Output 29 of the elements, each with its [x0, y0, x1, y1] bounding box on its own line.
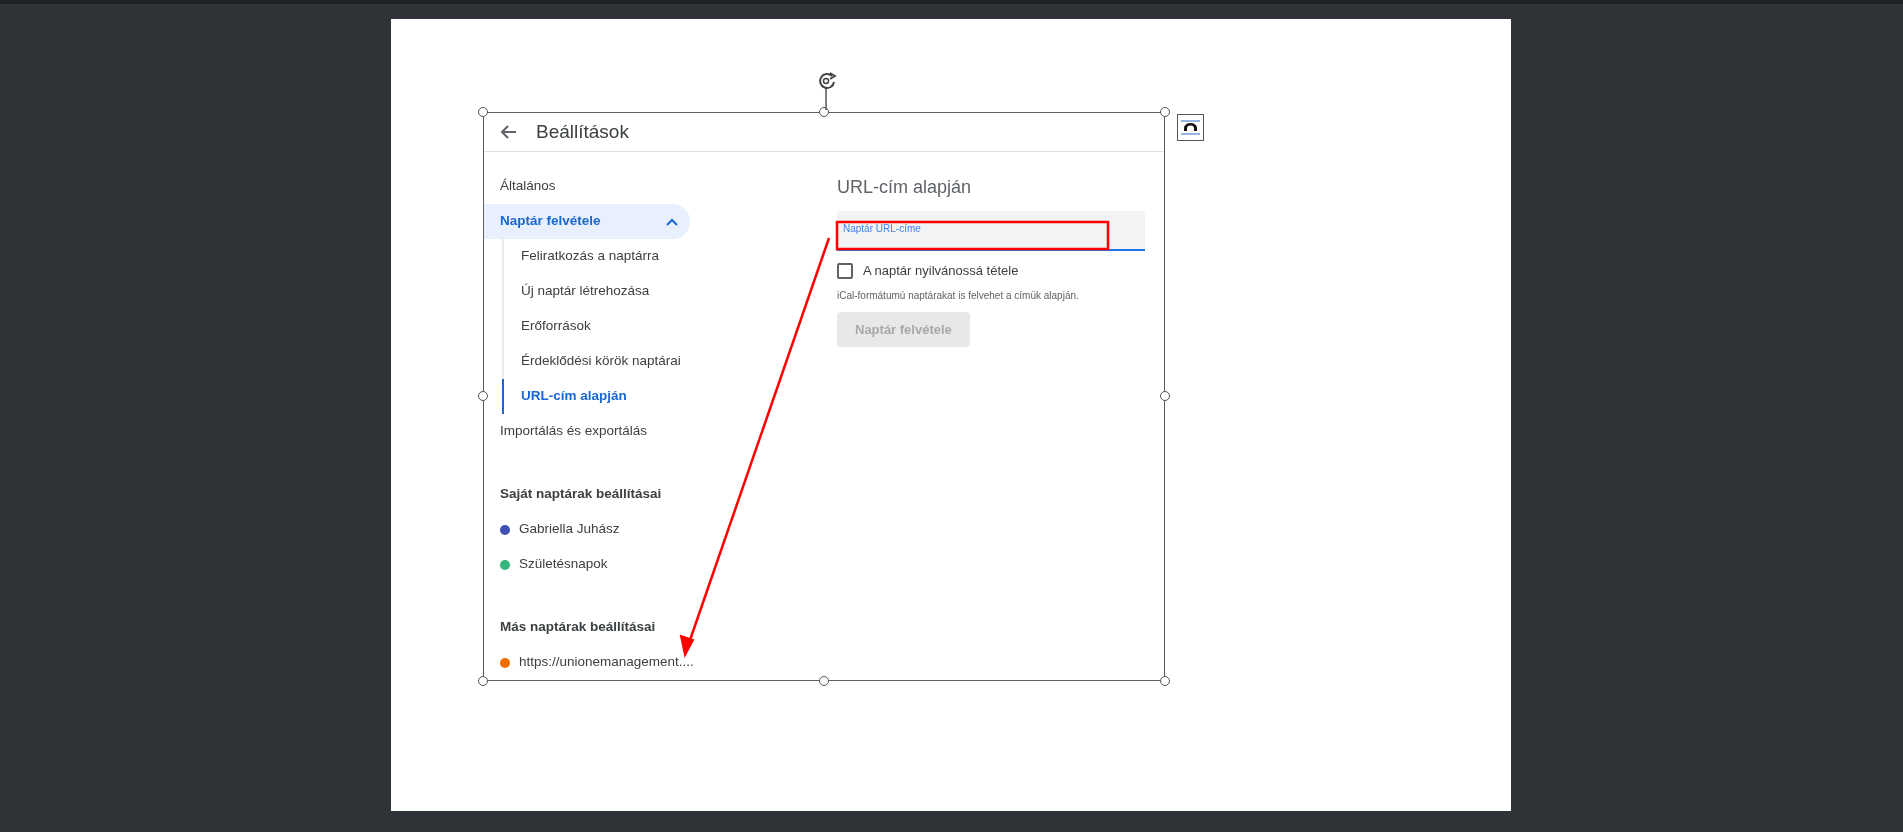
calendar-name[interactable]: https://unionemanagement....: [519, 652, 694, 673]
sidebar-subitem[interactable]: Feliratkozás a naptárra: [502, 239, 837, 274]
resize-handle[interactable]: [1160, 676, 1170, 686]
resize-handle[interactable]: [1160, 107, 1170, 117]
sidebar-subitem[interactable]: Érdeklődési körök naptárai: [502, 344, 837, 379]
resize-handle[interactable]: [478, 391, 488, 401]
resize-handle[interactable]: [478, 676, 488, 686]
section-heading: Más naptárak beállításai: [499, 618, 657, 637]
sidebar-subitem[interactable]: Erőforrások: [502, 309, 837, 344]
back-icon[interactable]: [500, 123, 518, 141]
resize-handle[interactable]: [819, 676, 829, 686]
checkbox-label: A naptár nyilvánossá tétele: [863, 262, 1019, 280]
resize-handle[interactable]: [478, 107, 488, 117]
sidebar-subitem[interactable]: URL-cím alapján: [502, 379, 837, 414]
layout-options-icon[interactable]: [1177, 114, 1204, 141]
section-title: URL-cím alapján: [837, 176, 973, 199]
hint-text: iCal-formátumú naptárakat is felvehet a címük alapján.: [837, 288, 1080, 303]
calendar-name[interactable]: Gabriella Juhász: [519, 519, 620, 540]
section-heading: Saját naptárak beállításai: [499, 485, 663, 504]
sidebar-subitem[interactable]: Új naptár létrehozása: [502, 274, 837, 309]
calendar-name[interactable]: Születésnapok: [519, 554, 608, 575]
page-title: Beállítások: [536, 119, 629, 144]
checkbox[interactable]: [837, 262, 853, 279]
resize-handle[interactable]: [1160, 391, 1170, 401]
chevron-up-icon: [666, 217, 678, 226]
sidebar-item[interactable]: Általános: [484, 169, 690, 204]
sidebar-item[interactable]: Importálás és exportálás: [484, 414, 690, 449]
sidebar-item[interactable]: Naptár felvétele: [484, 204, 690, 239]
resize-handle[interactable]: [819, 107, 829, 117]
